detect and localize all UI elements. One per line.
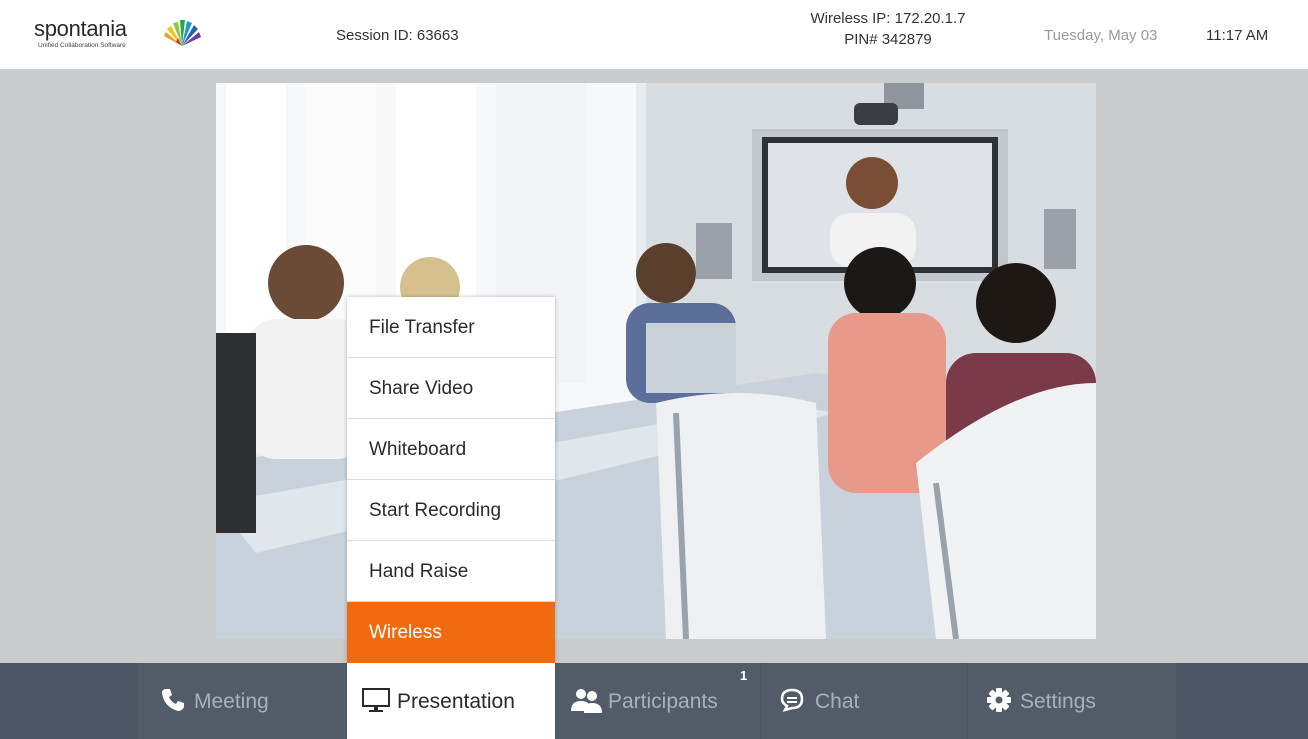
logo-subtitle: Unified Collaboration Software <box>38 42 126 49</box>
current-time: 11:17 AM <box>1206 27 1269 44</box>
top-bar: spontania Unified Collaboration Software… <box>0 0 1308 70</box>
logo-wordmark: spontania <box>34 16 127 41</box>
menu-item-wireless[interactable]: Wireless <box>347 602 555 663</box>
phone-icon <box>162 689 184 711</box>
menu-item-label: Wireless <box>369 622 442 643</box>
main-stage <box>0 71 1308 663</box>
chat-bubble-icon <box>780 688 804 712</box>
menu-item-label: Start Recording <box>369 500 502 521</box>
monitor-icon <box>362 688 390 712</box>
spontania-logo: spontania Unified Collaboration Software <box>34 12 214 58</box>
meeting-label: Meeting <box>194 690 269 713</box>
menu-item-label: File Transfer <box>369 317 475 338</box>
bottom-toolbar: Meeting Presentation Participants Chat S… <box>0 663 1308 739</box>
menu-item-file-transfer[interactable]: File Transfer <box>347 297 555 358</box>
pin-code: PIN# 342879 <box>844 31 932 48</box>
menu-item-label: Whiteboard <box>369 439 467 460</box>
wireless-ip: Wireless IP: 172.20.1.7 <box>810 10 966 27</box>
chat-label: Chat <box>815 690 860 713</box>
presentation-button[interactable]: Presentation <box>347 663 555 739</box>
participants-button[interactable]: Participants <box>556 663 760 739</box>
presentation-label: Presentation <box>397 690 515 713</box>
menu-item-share-video[interactable]: Share Video <box>347 358 555 419</box>
chat-button[interactable]: Chat <box>761 663 967 739</box>
presentation-menu: File Transfer Share Video Whiteboard Sta… <box>347 297 555 663</box>
session-id: Session ID: 63663 <box>336 27 459 44</box>
settings-label: Settings <box>1020 690 1096 713</box>
settings-button[interactable]: Settings <box>968 663 1176 739</box>
menu-item-label: Hand Raise <box>369 561 469 582</box>
participants-label: Participants <box>608 690 718 713</box>
meeting-button[interactable]: Meeting <box>138 663 346 739</box>
participants-count-badge: 1 <box>740 668 748 683</box>
menu-item-whiteboard[interactable]: Whiteboard <box>347 419 555 480</box>
menu-item-label: Share Video <box>369 378 474 399</box>
menu-item-hand-raise[interactable]: Hand Raise <box>347 541 555 602</box>
menu-item-start-recording[interactable]: Start Recording <box>347 480 555 541</box>
logo-fan-icon <box>164 20 201 46</box>
people-icon <box>571 689 602 713</box>
gear-icon <box>987 688 1011 712</box>
current-date: Tuesday, May 03 <box>1044 27 1158 44</box>
